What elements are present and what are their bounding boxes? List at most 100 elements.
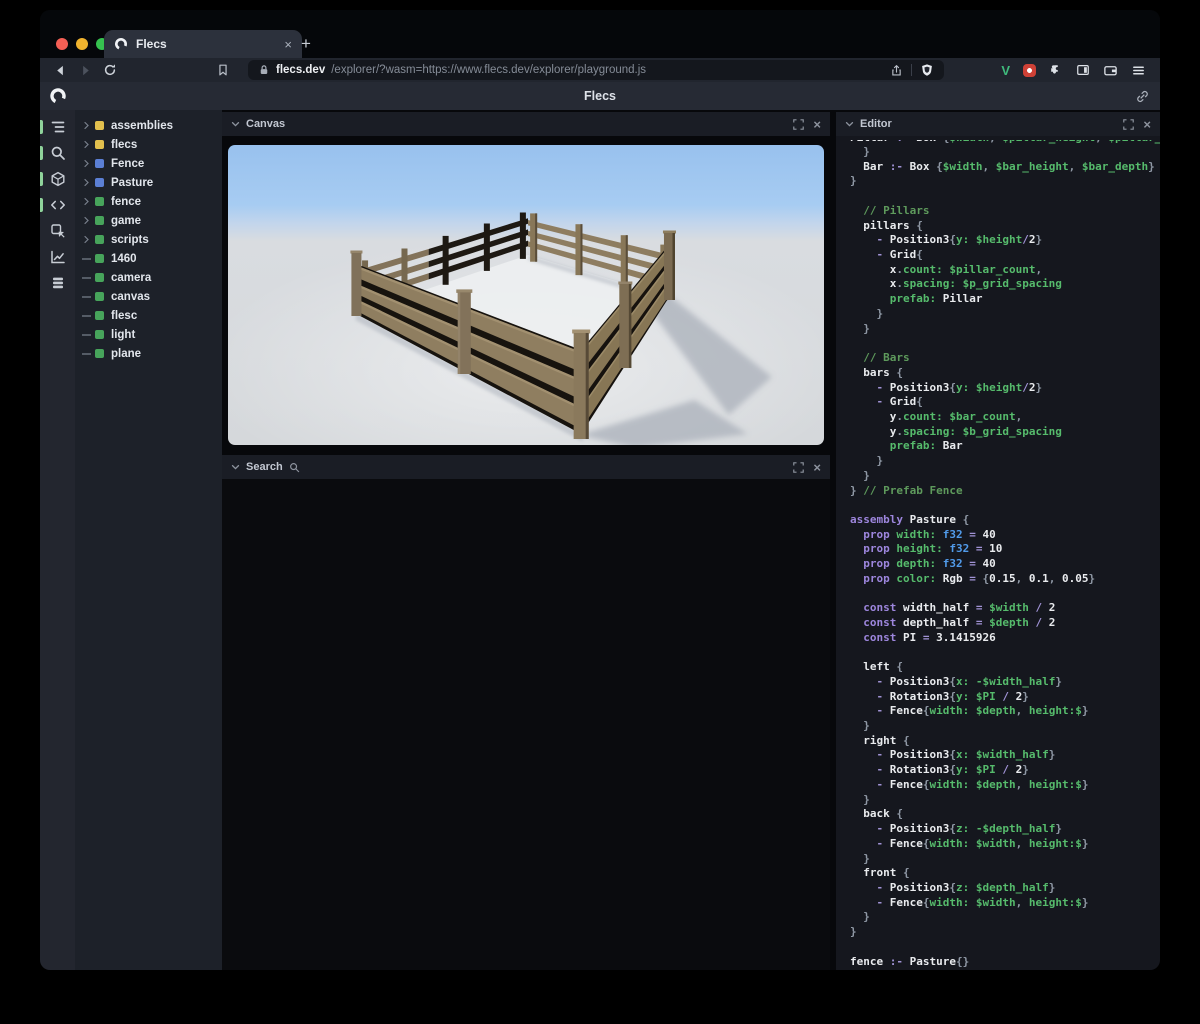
search-icon <box>289 462 300 473</box>
red-extension-icon[interactable] <box>1023 63 1036 77</box>
browser-toolbar: flecs.dev/explorer/?wasm=https://www.fle… <box>40 58 1160 82</box>
rail-item-stack[interactable] <box>40 270 75 296</box>
code-line: prop depth: f32 = 40 <box>850 557 996 571</box>
wallet-icon[interactable] <box>1103 63 1118 78</box>
code-line: - Position3{y: $height/2} <box>850 380 1043 394</box>
chevron-down-icon[interactable] <box>231 120 240 129</box>
address-bar[interactable]: flecs.dev/explorer/?wasm=https://www.fle… <box>248 60 944 80</box>
tree-item-assemblies[interactable]: assemblies <box>75 116 222 135</box>
tree-item-flesc[interactable]: flesc <box>75 306 222 325</box>
stack-icon <box>50 275 66 291</box>
code-line: back { <box>850 807 903 821</box>
code-line: prefab: Bar <box>850 439 963 453</box>
url-path: /explorer/?wasm=https://www.flecs.dev/ex… <box>331 64 647 76</box>
tree-item-plane[interactable]: plane <box>75 344 222 363</box>
menu-icon[interactable] <box>1131 63 1146 78</box>
rail-item-code[interactable] <box>40 192 75 218</box>
code-line: front { <box>850 866 910 880</box>
browser-tab[interactable]: Flecs × <box>104 30 302 58</box>
code-line: - Grid{ <box>850 248 923 262</box>
rail-item-search[interactable] <box>40 140 75 166</box>
fullscreen-icon[interactable] <box>793 119 804 130</box>
vue-devtools-icon[interactable]: V <box>1001 63 1010 78</box>
canvas-3d-viewport[interactable] <box>228 145 824 445</box>
close-icon[interactable]: × <box>813 118 821 131</box>
code-line: } <box>850 454 884 468</box>
code-editor[interactable]: Pillar :- Box {$width, $pillar_height, $… <box>836 136 1160 970</box>
tree-item-game[interactable]: game <box>75 211 222 230</box>
inspect-icon <box>50 223 66 239</box>
tree-item-label: flecs <box>111 138 138 151</box>
code-line: const width_half = $width / 2 <box>850 601 1056 615</box>
divider <box>911 64 912 76</box>
bookmark-icon[interactable] <box>213 60 233 80</box>
leaf-dash <box>82 352 95 355</box>
chevron-right-icon[interactable] <box>82 197 95 206</box>
lock-icon <box>258 64 270 76</box>
code-line: } <box>850 792 870 806</box>
close-icon[interactable]: × <box>813 461 821 474</box>
chevron-down-icon[interactable] <box>845 120 854 129</box>
code-line: pillars { <box>850 218 923 232</box>
rail-item-chart[interactable] <box>40 244 75 270</box>
rail-item-inspect[interactable] <box>40 218 75 244</box>
tree-item-Fence[interactable]: Fence <box>75 154 222 173</box>
code-line: - Fence{width: $depth, height:$} <box>850 777 1089 791</box>
chevron-right-icon[interactable] <box>82 159 95 168</box>
extensions-puzzle-icon[interactable] <box>1049 63 1063 77</box>
chevron-right-icon[interactable] <box>82 235 95 244</box>
close-window-button[interactable] <box>56 38 68 50</box>
code-line: prop width: f32 = 40 <box>850 527 996 541</box>
clipped-code-line: Pillar :- Box {$width, $pillar_height, $… <box>850 140 1160 145</box>
forward-button[interactable] <box>75 60 95 80</box>
fullscreen-icon[interactable] <box>1123 119 1134 130</box>
share-icon[interactable] <box>890 64 903 77</box>
brave-shield-icon[interactable] <box>920 63 934 77</box>
sidebar-toggle-icon[interactable] <box>1076 63 1090 77</box>
rail-item-cube[interactable] <box>40 166 75 192</box>
tree-item-label: plane <box>111 347 142 360</box>
tree-item-label: Fence <box>111 157 145 170</box>
code-line: Pillar :- Box {$width, $pillar_height, $… <box>850 140 1160 145</box>
code-line: } <box>850 306 884 320</box>
tree-item-1460[interactable]: 1460 <box>75 249 222 268</box>
chevron-down-icon[interactable] <box>231 463 240 472</box>
tree-item-light[interactable]: light <box>75 325 222 344</box>
link-icon[interactable] <box>1135 89 1150 104</box>
tree-item-scripts[interactable]: scripts <box>75 230 222 249</box>
chevron-right-icon[interactable] <box>82 178 95 187</box>
chevron-right-icon[interactable] <box>82 216 95 225</box>
tree-item-label: fence <box>111 195 142 208</box>
tree-item-camera[interactable]: camera <box>75 268 222 287</box>
code-line: } <box>850 468 870 482</box>
entity-color-square <box>95 292 104 301</box>
code-line: } <box>850 321 870 335</box>
tree-item-label: flesc <box>111 309 138 322</box>
active-indicator <box>40 120 43 134</box>
entity-tree: assemblies flecs Fence Pasture fence game scri… <box>75 110 222 970</box>
reload-button[interactable] <box>100 60 120 80</box>
new-tab-button[interactable]: + <box>294 32 318 56</box>
fullscreen-icon[interactable] <box>793 462 804 473</box>
rail-item-tree[interactable] <box>40 114 75 140</box>
chart-icon <box>50 249 66 265</box>
code-line: - Grid{ <box>850 395 923 409</box>
tree-item-flecs[interactable]: flecs <box>75 135 222 154</box>
chevron-right-icon[interactable] <box>82 121 95 130</box>
minimize-window-button[interactable] <box>76 38 88 50</box>
active-indicator <box>40 146 43 160</box>
code-line: } <box>850 910 870 924</box>
tree-item-fence[interactable]: fence <box>75 192 222 211</box>
tab-title: Flecs <box>136 37 167 51</box>
close-icon[interactable]: × <box>1143 118 1151 131</box>
active-indicator <box>40 172 43 186</box>
tree-item-label: light <box>111 328 136 341</box>
editor-panel-title: Editor <box>860 118 892 130</box>
tab-close-icon[interactable]: × <box>284 38 292 51</box>
back-button[interactable] <box>50 60 70 80</box>
tree-item-canvas[interactable]: canvas <box>75 287 222 306</box>
chevron-right-icon[interactable] <box>82 140 95 149</box>
code-line: y.count: $bar_count, <box>850 409 1023 423</box>
tree-item-Pasture[interactable]: Pasture <box>75 173 222 192</box>
